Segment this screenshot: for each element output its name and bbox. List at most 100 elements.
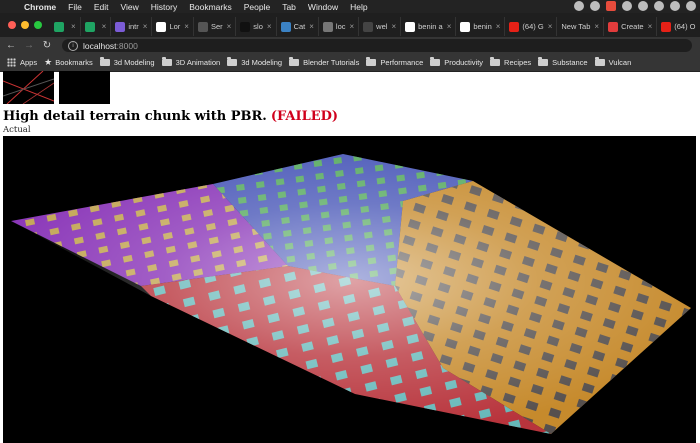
bookmark-item[interactable]: Recipes: [490, 57, 531, 67]
close-tab-icon[interactable]: ×: [350, 22, 355, 31]
menu-bookmarks[interactable]: Bookmarks: [183, 2, 238, 12]
url-port: :8000: [116, 40, 138, 51]
bookmark-item[interactable]: Performance: [366, 57, 424, 67]
browser-tab[interactable]: intr ×: [111, 17, 153, 36]
info-icon[interactable]: i: [68, 40, 78, 51]
menu-window[interactable]: Window: [302, 2, 344, 12]
folder-icon: [289, 57, 300, 66]
folder-icon: [538, 57, 549, 66]
close-tab-icon[interactable]: ×: [496, 22, 501, 31]
github-icon: [240, 21, 251, 32]
browser-tab[interactable]: Create ×: [604, 17, 658, 36]
browser-tab[interactable]: (64) O×: [657, 17, 700, 36]
address-bar[interactable]: i localhost:8000: [62, 39, 692, 52]
view-label: Actual: [3, 125, 31, 135]
thumbnail-image[interactable]: [3, 71, 54, 104]
menu-people[interactable]: People: [238, 2, 276, 12]
close-tab-icon[interactable]: ×: [227, 22, 232, 31]
tab-label: (64) O: [674, 22, 696, 31]
close-tab-icon[interactable]: ×: [184, 22, 189, 31]
browser-tab[interactable]: Ser ×: [194, 17, 237, 36]
tray-app-icon[interactable]: [574, 1, 584, 11]
bookmark-item[interactable]: Substance: [538, 57, 588, 67]
google-icon: [460, 21, 471, 32]
reload-icon[interactable]: ↻: [40, 40, 54, 51]
page-icon: [197, 21, 208, 32]
close-tab-icon[interactable]: ×: [548, 22, 553, 31]
close-tab-icon[interactable]: ×: [648, 22, 653, 31]
browser-tab[interactable]: Cat ×: [277, 17, 319, 36]
thumbnail-image[interactable]: [59, 71, 110, 104]
menu-help[interactable]: Help: [344, 2, 373, 12]
close-tab-icon[interactable]: ×: [102, 22, 107, 31]
bookmark-label: Blender Tutorials: [303, 58, 360, 67]
tray-app-icon[interactable]: [686, 1, 696, 11]
tray-recording-icon[interactable]: [606, 1, 616, 11]
wiki-icon: [156, 21, 167, 32]
airplay-icon[interactable]: [638, 1, 648, 11]
browser-toolbar: ← → ↻ i localhost:8000: [0, 37, 700, 54]
folder-icon: [227, 57, 238, 66]
forward-arrow-icon[interactable]: →: [22, 40, 36, 51]
bookmarks-bar: Apps ★ Bookmarks 3d Modeling 3D Animation 3d …: [0, 54, 700, 72]
tray-app-icon[interactable]: [670, 1, 680, 11]
cloud-icon[interactable]: [622, 1, 632, 11]
browser-tab[interactable]: ×: [50, 17, 81, 36]
bookmark-item[interactable]: Blender Tutorials: [289, 57, 360, 67]
zoom-window-button[interactable]: [34, 21, 42, 29]
close-tab-icon[interactable]: ×: [267, 22, 272, 31]
close-window-button[interactable]: [8, 21, 16, 29]
tab-label: wel: [376, 22, 388, 31]
browser-tab[interactable]: benin ×: [456, 17, 506, 36]
test-title-text: High detail terrain chunk with PBR.: [3, 109, 267, 124]
menu-edit[interactable]: Edit: [88, 2, 115, 12]
bookmark-item[interactable]: ★ Bookmarks: [44, 57, 93, 68]
bookmark-label: Vulcan: [608, 58, 632, 67]
folder-icon: [490, 57, 501, 66]
back-arrow-icon[interactable]: ←: [4, 40, 18, 51]
menu-app-name[interactable]: Chrome: [18, 2, 62, 12]
tab-strip: × × intr × Lor × Ser × slo × Cat × loc × wel × benin a × b…: [0, 13, 700, 37]
browser-tab[interactable]: (64) G ×: [505, 17, 558, 36]
close-tab-icon[interactable]: ×: [71, 22, 76, 31]
youtube-icon: [661, 21, 672, 32]
docs-icon: [280, 21, 291, 32]
tab-label: loc: [335, 22, 346, 31]
menu-history[interactable]: History: [145, 2, 183, 12]
bookmark-item[interactable]: 3D Animation: [161, 57, 220, 67]
terrain-haze: [11, 154, 691, 434]
bookmark-item[interactable]: Apps: [7, 58, 37, 67]
browser-tab[interactable]: ×: [81, 17, 112, 36]
tray-app-icon[interactable]: [654, 1, 664, 11]
bookmark-label: Substance: [552, 58, 588, 67]
menu-tab[interactable]: Tab: [276, 2, 302, 12]
close-tab-icon[interactable]: ×: [391, 22, 396, 31]
minimize-window-button[interactable]: [21, 21, 29, 29]
browser-tab[interactable]: benin a ×: [401, 17, 457, 36]
bookmark-item[interactable]: Productivity: [430, 57, 483, 67]
tray-app-icon[interactable]: [590, 1, 600, 11]
tab-label: benin a: [418, 22, 443, 31]
bookmark-item[interactable]: Vulcan: [594, 57, 632, 67]
browser-tab[interactable]: wel ×: [359, 17, 402, 36]
folder-icon: [99, 57, 110, 66]
tab-label: Lor: [169, 22, 181, 31]
browser-tab[interactable]: slo ×: [236, 17, 277, 36]
close-tab-icon[interactable]: ×: [309, 22, 314, 31]
bookmark-item[interactable]: 3d Modeling: [227, 57, 282, 67]
bookmark-item[interactable]: 3d Modeling: [99, 57, 155, 67]
menu-view[interactable]: View: [114, 2, 144, 12]
browser-tab[interactable]: Lor ×: [152, 17, 194, 36]
browser-tab[interactable]: loc ×: [319, 17, 360, 36]
browser-tab[interactable]: New Tab ×: [557, 17, 605, 36]
render-viewport[interactable]: [3, 136, 696, 443]
close-tab-icon[interactable]: ×: [447, 22, 452, 31]
menu-file[interactable]: File: [62, 2, 88, 12]
tab-label: intr: [128, 22, 139, 31]
terrain-render: [11, 154, 691, 434]
bookmark-label: Apps: [20, 58, 38, 67]
close-tab-icon[interactable]: ×: [143, 22, 148, 31]
page-icon: [363, 21, 374, 32]
close-tab-icon[interactable]: ×: [594, 22, 599, 31]
bookmark-label: Performance: [380, 58, 424, 67]
